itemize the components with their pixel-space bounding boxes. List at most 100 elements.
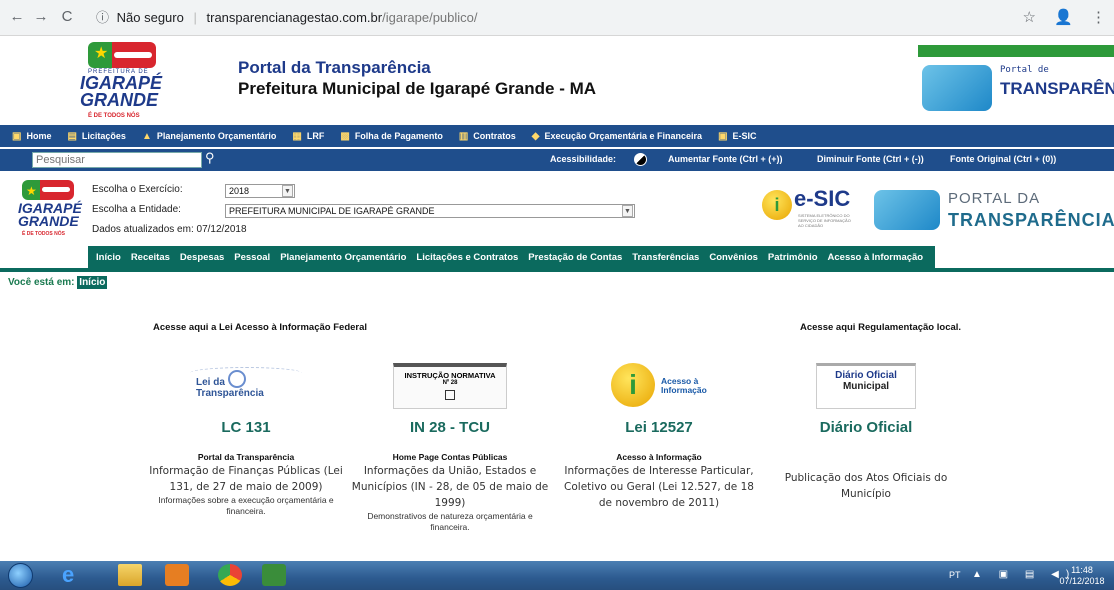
breadcrumb-current[interactable]: Início bbox=[77, 276, 108, 289]
ie-icon[interactable]: e bbox=[62, 564, 86, 586]
logo-name-line2: GRANDE bbox=[18, 213, 79, 229]
star-shape: ★ bbox=[26, 184, 37, 198]
home-icon: ▣ bbox=[12, 130, 22, 142]
city-logo[interactable]: ★ PREFEITURA DE IGARAPÉ GRANDE É DE TODOS… bbox=[80, 42, 166, 120]
info-circle-icon: i bbox=[611, 363, 655, 407]
flag-icon: ★ bbox=[22, 180, 74, 200]
card-heading[interactable]: LC 131 bbox=[146, 419, 346, 436]
in-image-line1: INSTRUÇÃO NORMATIVA bbox=[404, 371, 496, 380]
taskbar: e PT ▲ ▣ ▤ ◀) 11:48 07/12/2018 bbox=[0, 561, 1114, 590]
top-menu-folha[interactable]: ▩ Folha de Pagamento bbox=[340, 131, 442, 142]
search-input[interactable] bbox=[32, 152, 202, 168]
nav-despesas[interactable]: Despesas bbox=[180, 252, 224, 263]
card-heading[interactable]: Diário Oficial bbox=[766, 419, 966, 436]
card-subtitle: Home Page Contas Públicas bbox=[392, 452, 508, 462]
portal-logo-2[interactable]: PORTAL DA TRANSPARÊNCIA bbox=[874, 188, 1114, 230]
search-icon[interactable]: ⚲ bbox=[205, 150, 215, 166]
esic-text: e-SIC bbox=[794, 186, 851, 211]
folder-icon: ▤ bbox=[67, 130, 77, 142]
year-select[interactable]: 2018 ▼ bbox=[225, 184, 295, 198]
top-menu-execucao[interactable]: ◆ Execução Orçamentária e Financeira bbox=[532, 131, 702, 142]
menu-icon[interactable]: ⋮ bbox=[1091, 9, 1106, 26]
main-nav: Início Receitas Despesas Pessoal Planeja… bbox=[0, 246, 1114, 272]
diario-oficial-image[interactable]: Diário Oficial Municipal bbox=[816, 363, 916, 409]
chrome-icon[interactable] bbox=[218, 564, 242, 586]
top-menu-planejamento[interactable]: ▲ Planejamento Orçamentário bbox=[142, 131, 276, 142]
card-subtitle: Portal da Transparência bbox=[197, 452, 295, 462]
nav-inicio[interactable]: Início bbox=[96, 252, 121, 263]
acesso-informacao-image[interactable]: i Acesso à Informação bbox=[609, 363, 709, 409]
nav-receitas[interactable]: Receitas bbox=[131, 252, 170, 263]
top-menu-label: Planejamento Orçamentário bbox=[156, 131, 277, 141]
finance-icon: ◆ bbox=[531, 130, 540, 142]
document-icon: ▦ bbox=[292, 130, 302, 142]
top-menu-contratos[interactable]: ▥ Contratos bbox=[459, 131, 516, 142]
top-menu-home[interactable]: ▣ Home bbox=[12, 131, 51, 142]
nav-convenios[interactable]: Convênios bbox=[709, 252, 758, 263]
city-logo-small[interactable]: ★ IGARAPÉ GRANDE É DE TODOS NÓS bbox=[18, 180, 84, 242]
security-text: Não seguro bbox=[116, 10, 184, 25]
nav-pessoal[interactable]: Pessoal bbox=[234, 252, 270, 263]
language-indicator[interactable]: PT bbox=[949, 570, 961, 580]
reload-icon[interactable]: C bbox=[58, 8, 76, 25]
top-menu-label: Home bbox=[26, 131, 52, 141]
entity-panel: ★ IGARAPÉ GRANDE É DE TODOS NÓS Escolha o… bbox=[0, 176, 1114, 244]
explorer-icon[interactable] bbox=[118, 564, 142, 586]
clock-time: 11:48 bbox=[1071, 565, 1093, 575]
top-menu-label: Contratos bbox=[473, 131, 516, 141]
top-menu-esic[interactable]: ▣ E-SIC bbox=[718, 131, 756, 142]
original-font-link[interactable]: Fonte Original (Ctrl + (0)) bbox=[950, 154, 1056, 164]
lei-image-line1: Lei da bbox=[196, 377, 225, 388]
nav-licitacoes[interactable]: Licitações e Contratos bbox=[416, 252, 518, 263]
address-separator: | bbox=[193, 10, 197, 25]
entity-select[interactable]: PREFEITURA MUNICIPAL DE IGARAPÉ GRANDE ▼ bbox=[225, 204, 635, 218]
address-bar[interactable]: ⓘ Não seguro | transparencianagestao.com… bbox=[96, 4, 1026, 32]
top-menu-label: E-SIC bbox=[732, 131, 757, 141]
nav-planejamento[interactable]: Planejamento Orçamentário bbox=[280, 252, 406, 263]
nav-prestacao[interactable]: Prestação de Contas bbox=[528, 252, 622, 263]
flag-stripe bbox=[114, 52, 152, 58]
increase-font-link[interactable]: Aumentar Fonte (Ctrl + (+)) bbox=[668, 154, 783, 164]
document-icon bbox=[445, 390, 455, 400]
forward-icon[interactable]: → bbox=[32, 8, 50, 25]
star-icon[interactable]: ☆ bbox=[1023, 9, 1036, 26]
top-menu-licitacoes[interactable]: ▤ Licitações bbox=[67, 131, 125, 142]
clock[interactable]: 11:48 07/12/2018 bbox=[1054, 565, 1110, 587]
windows-start-icon[interactable] bbox=[8, 563, 33, 588]
chart-icon: ▲ bbox=[141, 130, 152, 142]
card-description: Publicação dos Atos Oficiais do Municípi… bbox=[784, 472, 948, 500]
top-menu: ▣ Home ▤ Licitações ▲ Planejamento Orçament… bbox=[0, 125, 1114, 147]
clock-date: 07/12/2018 bbox=[1059, 576, 1105, 586]
instrucao-normativa-image[interactable]: INSTRUÇÃO NORMATIVA Nº 28 bbox=[393, 363, 507, 409]
media-player-icon[interactable] bbox=[165, 564, 189, 586]
card-heading[interactable]: Lei 12527 bbox=[559, 419, 759, 436]
url-path: /igarape/publico/ bbox=[382, 10, 478, 25]
esic-subtext: SISTEMA ELETRÔNICO DO SERVIÇO DE INFORMA… bbox=[798, 213, 851, 228]
card-lc131: Lei da Transparência LC 131 Portal da Tra… bbox=[146, 363, 346, 517]
top-menu-label: Execução Orçamentária e Financeira bbox=[544, 131, 703, 141]
lei-image-text: Lei da Transparência bbox=[196, 377, 264, 399]
in-image-line2: Nº 28 bbox=[442, 380, 458, 386]
people-icon bbox=[922, 65, 992, 111]
nav-acesso[interactable]: Acesso à Informação bbox=[828, 252, 924, 263]
decrease-font-link[interactable]: Diminuir Fonte (Ctrl + (-)) bbox=[817, 154, 924, 164]
info-icon[interactable]: ⓘ bbox=[96, 10, 109, 25]
esic-logo[interactable]: i e-SIC SISTEMA ELETRÔNICO DO SERVIÇO DE… bbox=[762, 186, 862, 228]
nav-patrimonio[interactable]: Patrimônio bbox=[768, 252, 818, 263]
esic-icon: ▣ bbox=[718, 130, 728, 142]
ai-image-text: Acesso à Informação bbox=[661, 377, 707, 395]
back-icon[interactable]: ← bbox=[8, 8, 26, 25]
contrast-icon[interactable] bbox=[634, 153, 647, 166]
nav-transferencias[interactable]: Transferências bbox=[632, 252, 699, 263]
logo-name-line2: GRANDE bbox=[80, 90, 159, 110]
chevron-down-icon: ▼ bbox=[282, 185, 293, 197]
do-image-line1: Diário Oficial bbox=[835, 370, 897, 381]
year-label: Escolha o Exercício: bbox=[92, 184, 183, 195]
profile-icon[interactable]: 👤 bbox=[1054, 9, 1073, 26]
star-shape: ★ bbox=[94, 45, 109, 62]
card-heading[interactable]: IN 28 - TCU bbox=[350, 419, 550, 436]
app-icon[interactable] bbox=[262, 564, 286, 586]
portal-transparencia-logo[interactable]: Portal de TRANSPARÊNCIA bbox=[918, 45, 1114, 117]
top-menu-lrf[interactable]: ▦ LRF bbox=[292, 131, 324, 142]
lei-transparencia-image[interactable]: Lei da Transparência bbox=[186, 363, 306, 409]
